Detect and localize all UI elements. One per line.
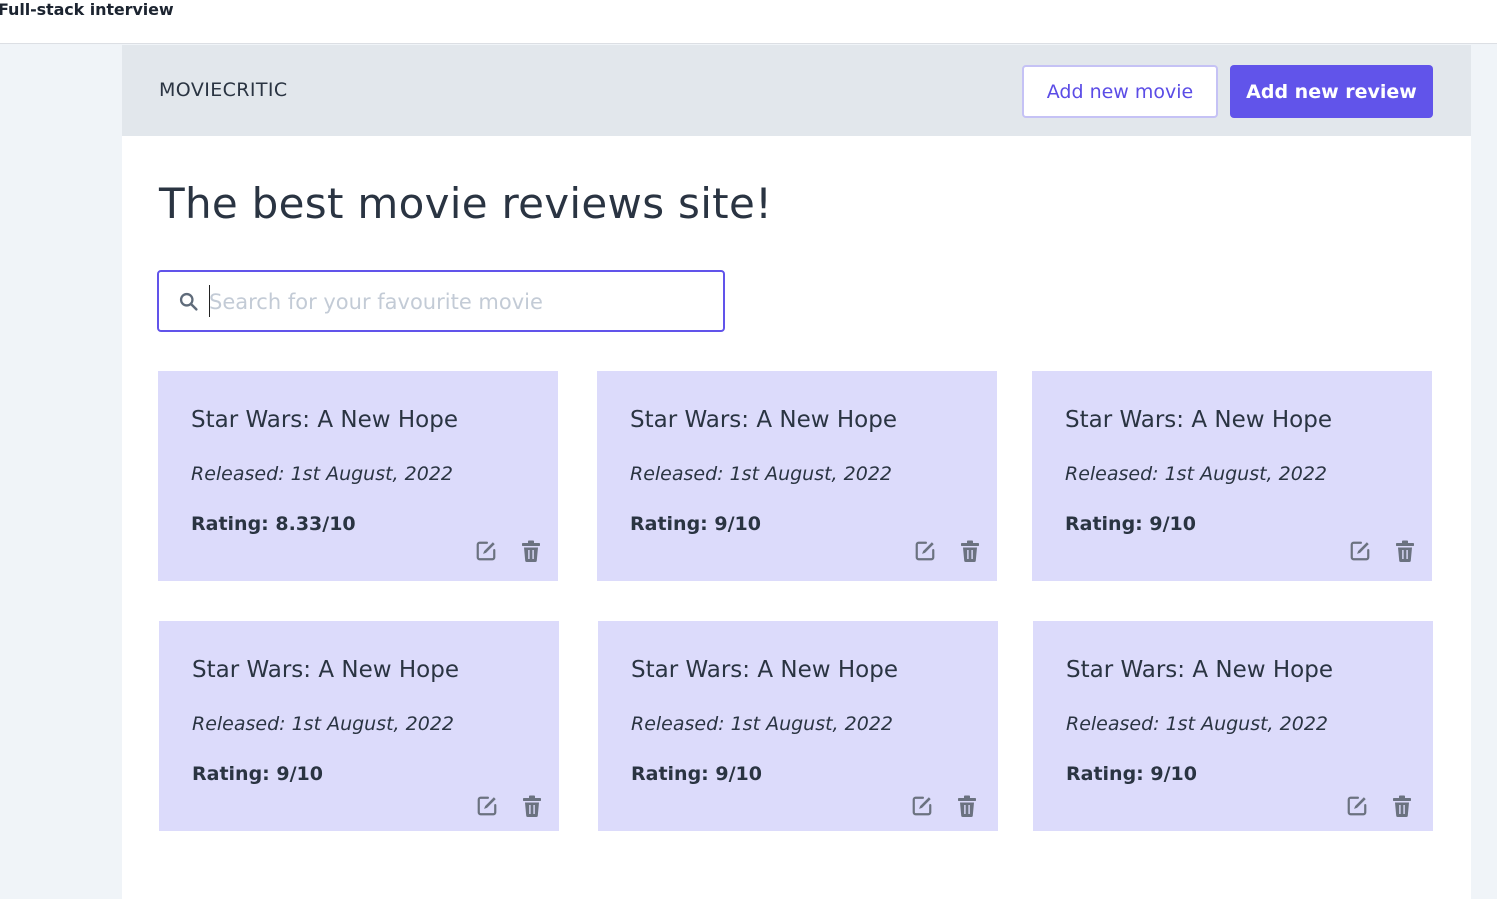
search-input[interactable] xyxy=(209,284,709,320)
movie-rating: Rating: 9/10 xyxy=(631,763,762,785)
movie-release-date: Released: 1st August, 2022 xyxy=(191,463,453,485)
trash-icon[interactable] xyxy=(957,795,977,817)
add-movie-button[interactable]: Add new movie xyxy=(1022,65,1218,118)
movie-card[interactable]: Star Wars: A New Hope Released: 1st Augu… xyxy=(598,621,998,831)
movie-title: Star Wars: A New Hope xyxy=(631,657,898,683)
edit-icon[interactable] xyxy=(1346,795,1368,817)
trash-icon[interactable] xyxy=(1395,540,1415,562)
movie-release-date: Released: 1st August, 2022 xyxy=(1066,713,1328,735)
movie-title: Star Wars: A New Hope xyxy=(1065,407,1332,433)
window-title: Full-stack interview xyxy=(0,0,174,19)
app-container: MOVIECRITIC Add new movie Add new review… xyxy=(122,45,1471,899)
movie-card[interactable]: Star Wars: A New Hope Released: 1st Augu… xyxy=(1032,371,1432,581)
movie-card[interactable]: Star Wars: A New Hope Released: 1st Augu… xyxy=(159,621,559,831)
edit-icon[interactable] xyxy=(476,795,498,817)
window-title-bar: Full-stack interview xyxy=(0,0,1497,44)
movie-release-date: Released: 1st August, 2022 xyxy=(631,713,893,735)
movie-title: Star Wars: A New Hope xyxy=(192,657,459,683)
page-title: The best movie reviews site! xyxy=(159,179,773,228)
movie-rating: Rating: 9/10 xyxy=(630,513,761,535)
movie-rating: Rating: 9/10 xyxy=(1066,763,1197,785)
edit-icon[interactable] xyxy=(475,540,497,562)
navbar: MOVIECRITIC Add new movie Add new review xyxy=(122,45,1471,136)
movie-release-date: Released: 1st August, 2022 xyxy=(1065,463,1327,485)
movie-card[interactable]: Star Wars: A New Hope Released: 1st Augu… xyxy=(597,371,997,581)
trash-icon[interactable] xyxy=(960,540,980,562)
add-review-button[interactable]: Add new review xyxy=(1230,65,1433,118)
movie-rating: Rating: 9/10 xyxy=(192,763,323,785)
trash-icon[interactable] xyxy=(1392,795,1412,817)
search-box[interactable] xyxy=(157,270,725,332)
edit-icon[interactable] xyxy=(1349,540,1371,562)
movie-rating: Rating: 8.33/10 xyxy=(191,513,356,535)
edit-icon[interactable] xyxy=(914,540,936,562)
movie-release-date: Released: 1st August, 2022 xyxy=(192,713,454,735)
trash-icon[interactable] xyxy=(522,795,542,817)
movie-title: Star Wars: A New Hope xyxy=(191,407,458,433)
brand-logo-text[interactable]: MOVIECRITIC xyxy=(159,79,288,101)
movie-title: Star Wars: A New Hope xyxy=(1066,657,1333,683)
search-icon xyxy=(178,291,199,312)
movie-rating: Rating: 9/10 xyxy=(1065,513,1196,535)
movie-card[interactable]: Star Wars: A New Hope Released: 1st Augu… xyxy=(158,371,558,581)
movie-card[interactable]: Star Wars: A New Hope Released: 1st Augu… xyxy=(1033,621,1433,831)
text-caret xyxy=(209,285,210,317)
edit-icon[interactable] xyxy=(911,795,933,817)
movie-title: Star Wars: A New Hope xyxy=(630,407,897,433)
movie-release-date: Released: 1st August, 2022 xyxy=(630,463,892,485)
trash-icon[interactable] xyxy=(521,540,541,562)
